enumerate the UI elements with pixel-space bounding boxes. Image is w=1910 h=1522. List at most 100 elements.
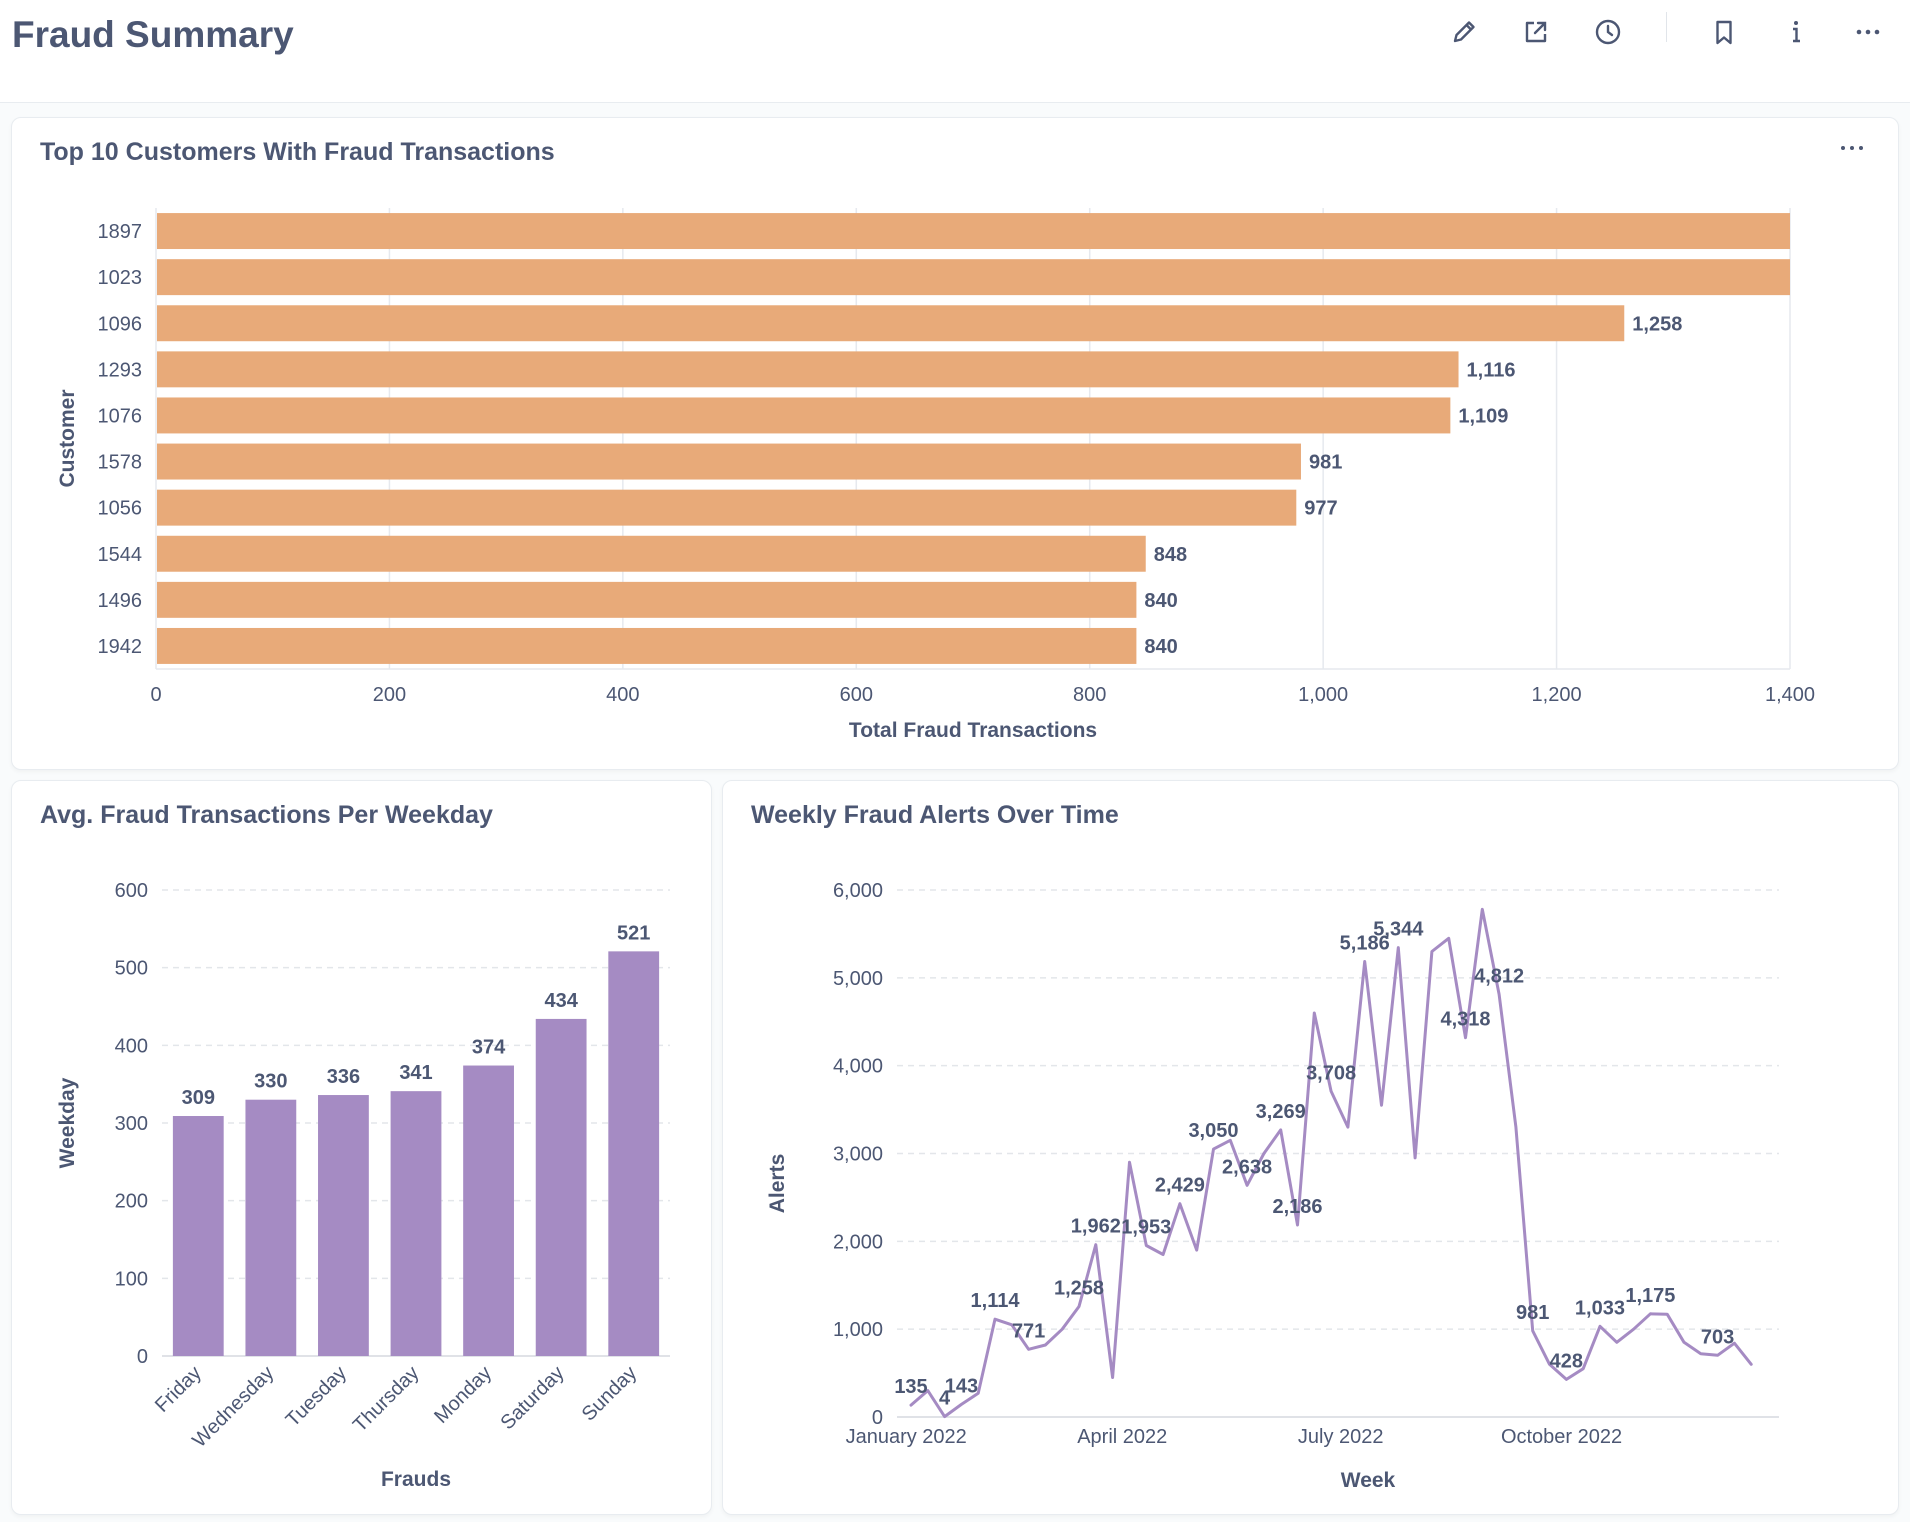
bar <box>157 535 1146 572</box>
y-tick-label: 500 <box>115 958 148 980</box>
bar <box>535 1018 587 1356</box>
weekday-card: Avg. Fraud Transactions Per Weekday 0 100… <box>11 780 712 1515</box>
x-tick-label: July 2022 <box>1298 1426 1384 1448</box>
data-label: 3,050 <box>1188 1120 1238 1142</box>
x-axis-title: Total Fraud Transactions <box>849 719 1097 742</box>
data-label: 771 <box>1012 1320 1045 1342</box>
y-tick-label: 1096 <box>98 313 143 335</box>
bar <box>157 259 1790 296</box>
data-label: 3,269 <box>1256 1101 1306 1123</box>
share-button[interactable] <box>1514 10 1558 54</box>
data-label: 1,258 <box>1632 313 1682 335</box>
x-tick-label: Thursday <box>349 1362 424 1437</box>
external-link-icon <box>1525 21 1547 43</box>
bar <box>157 397 1451 434</box>
info-icon <box>1793 21 1800 43</box>
bar <box>463 1065 514 1356</box>
y-tick-label: 1544 <box>98 544 143 566</box>
bar <box>157 443 1301 480</box>
weekday-bar-chart: 0100200300400500600309Friday330Wednesday… <box>56 880 670 1491</box>
data-label: 703 <box>1701 1326 1734 1348</box>
data-label: 1,175 <box>1625 1285 1675 1307</box>
data-label: 4,318 <box>1440 1009 1490 1031</box>
y-tick-label: 2,000 <box>833 1231 883 1253</box>
more-options-button[interactable] <box>1846 10 1890 54</box>
data-label: 1,962 <box>1071 1216 1121 1238</box>
page-title: Fraud Summary <box>12 14 294 55</box>
data-label: 840 <box>1144 590 1177 612</box>
data-label: 341 <box>399 1062 432 1084</box>
y-tick-label: 200 <box>115 1191 148 1213</box>
bar <box>390 1091 442 1356</box>
top-customers-card: Top 10 Customers With Fraud Transactions… <box>11 117 1899 770</box>
data-label: 521 <box>617 922 650 944</box>
customers-bar-chart: 0 200 400 600 800 1,000 1,200 1,400 1897 1023 1096… <box>56 208 1815 742</box>
data-label: 336 <box>327 1066 360 1088</box>
y-tick-label: 1897 <box>98 221 143 243</box>
data-label: 1,109 <box>1458 405 1508 427</box>
history-button[interactable] <box>1586 10 1630 54</box>
x-tick-label: Saturday <box>497 1362 569 1434</box>
bar <box>157 627 1137 664</box>
bar <box>172 1116 224 1356</box>
x-tick-label: Tuesday <box>282 1362 351 1431</box>
data-label: 5,344 <box>1373 919 1424 941</box>
weekly-alerts-card: Weekly Fraud Alerts Over Time 0 1,000 2,00… <box>722 780 1899 1515</box>
x-tick-label: 800 <box>1073 684 1106 706</box>
y-tick-label: 300 <box>115 1113 148 1135</box>
data-label: 2,186 <box>1272 1196 1322 1218</box>
y-tick-label: 100 <box>115 1268 148 1290</box>
data-label: 1,258 <box>1054 1278 1104 1300</box>
data-label: 428 <box>1550 1350 1583 1372</box>
y-axis-title: Customer <box>56 389 79 487</box>
data-label: 4,812 <box>1474 965 1524 987</box>
y-tick-label: 6,000 <box>833 880 883 902</box>
pencil-icon <box>1453 21 1475 43</box>
data-label: 1,033 <box>1575 1297 1625 1319</box>
data-label: 309 <box>182 1087 215 1109</box>
data-label: 3,708 <box>1306 1062 1356 1084</box>
bar <box>157 351 1459 388</box>
y-tick-label: 4,000 <box>833 1056 883 1078</box>
data-label: 977 <box>1304 498 1337 520</box>
data-label: 330 <box>254 1071 287 1093</box>
bar <box>157 213 1790 250</box>
bar <box>157 581 1137 618</box>
y-tick-label: 1076 <box>98 405 143 427</box>
x-tick-label: 400 <box>606 684 639 706</box>
data-label: 1,114 <box>971 1290 1021 1312</box>
y-tick-label: 400 <box>115 1035 148 1057</box>
x-axis-title: Frauds <box>381 1468 451 1491</box>
bar <box>608 951 660 1356</box>
y-axis-title: Alerts <box>766 1154 789 1214</box>
x-tick-label: Sunday <box>578 1362 642 1426</box>
data-label: 981 <box>1516 1302 1549 1324</box>
data-label: 2,638 <box>1222 1156 1272 1178</box>
data-label: 135 <box>894 1376 927 1398</box>
bookmark-button[interactable] <box>1702 10 1746 54</box>
x-tick-label: October 2022 <box>1501 1426 1622 1448</box>
dashboard-header: Fraud Summary <box>0 0 1910 103</box>
data-label: 981 <box>1309 452 1342 474</box>
data-label: 374 <box>472 1037 506 1059</box>
clock-icon <box>1595 19 1621 45</box>
y-tick-label: 5,000 <box>833 968 883 990</box>
x-tick-label: 1,200 <box>1532 684 1582 706</box>
bar <box>318 1095 369 1356</box>
data-label: 434 <box>544 990 578 1012</box>
info-button[interactable] <box>1774 10 1818 54</box>
x-tick-label: 600 <box>840 684 873 706</box>
data-label: 840 <box>1144 636 1177 658</box>
edit-button[interactable] <box>1442 10 1486 54</box>
y-tick-label: 600 <box>115 880 148 902</box>
y-tick-label: 0 <box>137 1346 148 1368</box>
y-tick-label: 1023 <box>98 267 143 289</box>
y-tick-label: 1293 <box>98 359 143 381</box>
x-axis-title: Week <box>1341 1469 1396 1492</box>
weekly-alerts-line-chart: 01,0002,0003,0004,0005,0006,000January 2… <box>766 880 1779 1492</box>
bookmark-icon <box>1716 20 1732 45</box>
data-label: 143 <box>945 1375 978 1397</box>
y-tick-label: 1942 <box>98 636 143 658</box>
x-tick-label: January 2022 <box>846 1426 967 1448</box>
y-tick-label: 1,000 <box>833 1319 883 1341</box>
